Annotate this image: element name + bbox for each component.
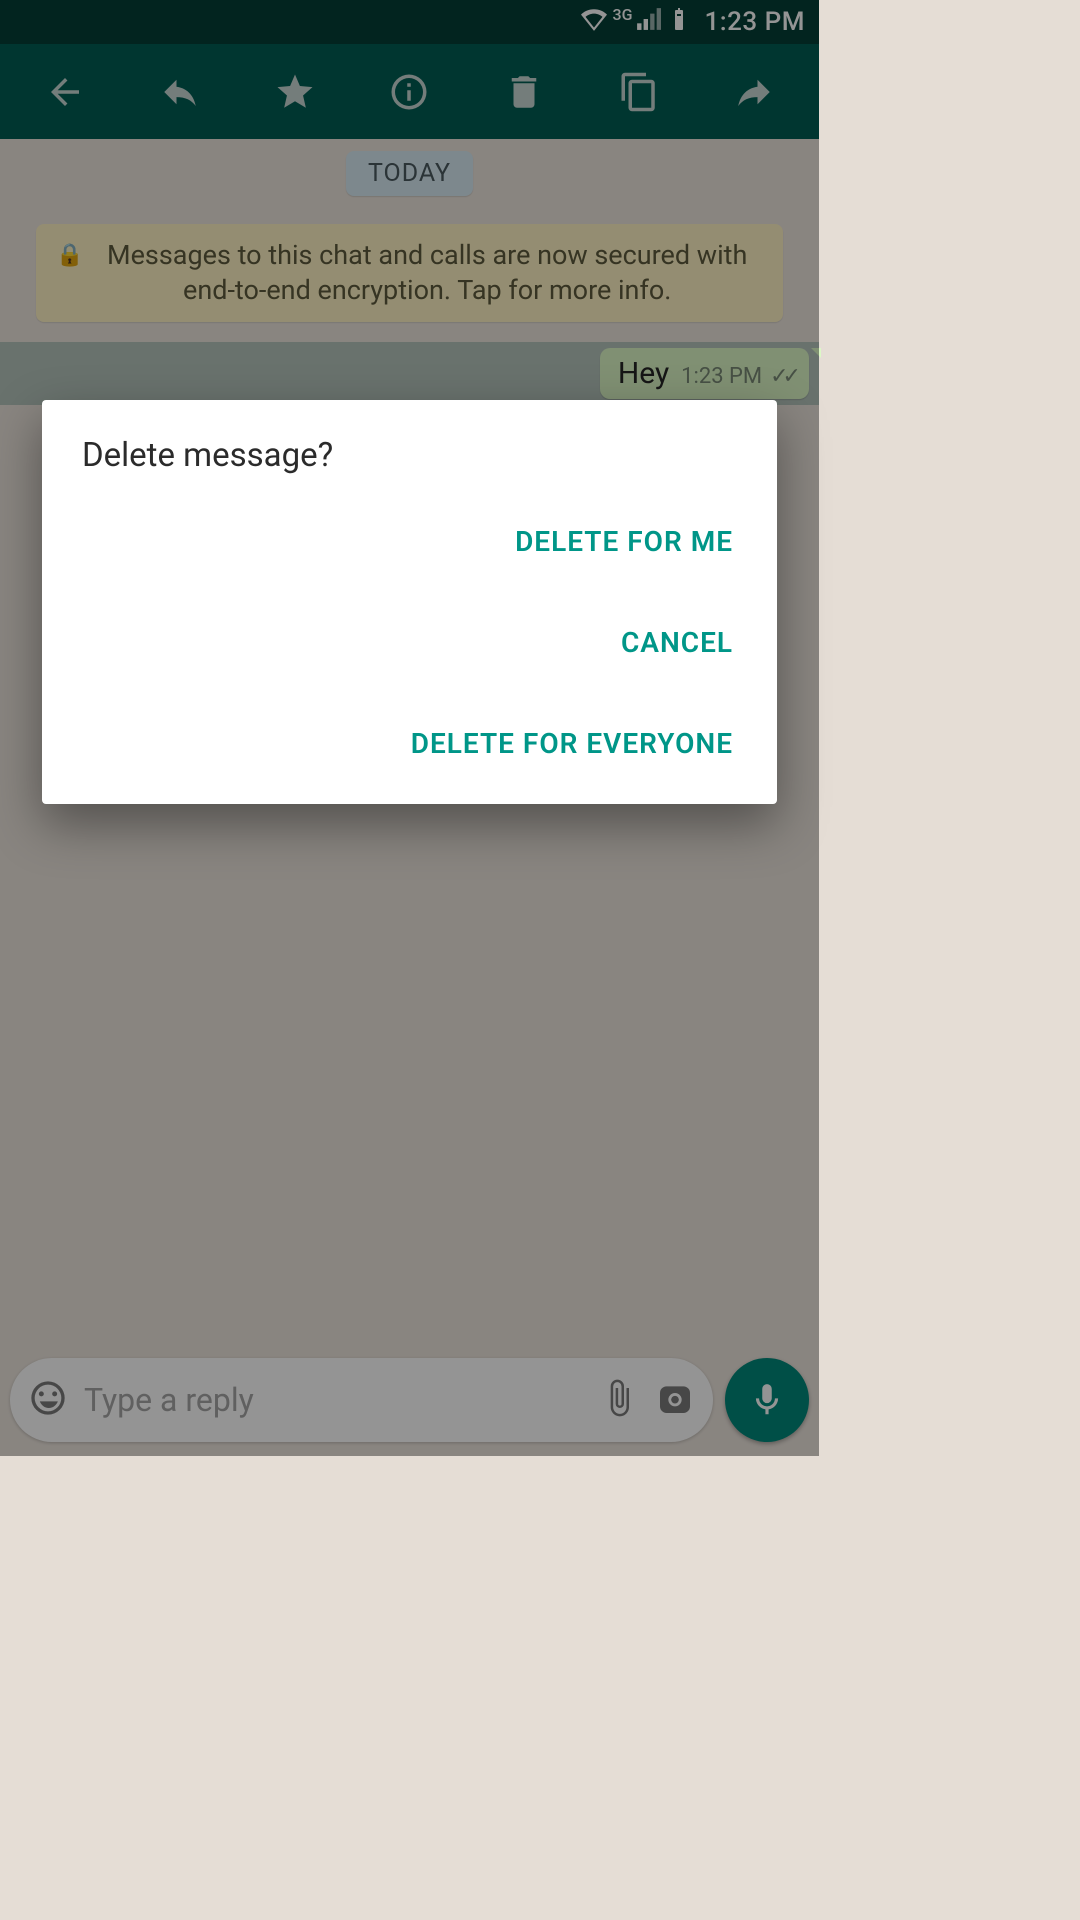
dialog-title: Delete message?	[82, 436, 737, 475]
cancel-button[interactable]: CANCEL	[617, 616, 737, 669]
delete-dialog: Delete message? DELETE FOR ME CANCEL DEL…	[42, 400, 777, 804]
delete-for-everyone-button[interactable]: DELETE FOR EVERYONE	[407, 717, 737, 770]
delete-for-me-button[interactable]: DELETE FOR ME	[511, 515, 737, 568]
dialog-actions: DELETE FOR ME CANCEL DELETE FOR EVERYONE	[82, 515, 737, 780]
